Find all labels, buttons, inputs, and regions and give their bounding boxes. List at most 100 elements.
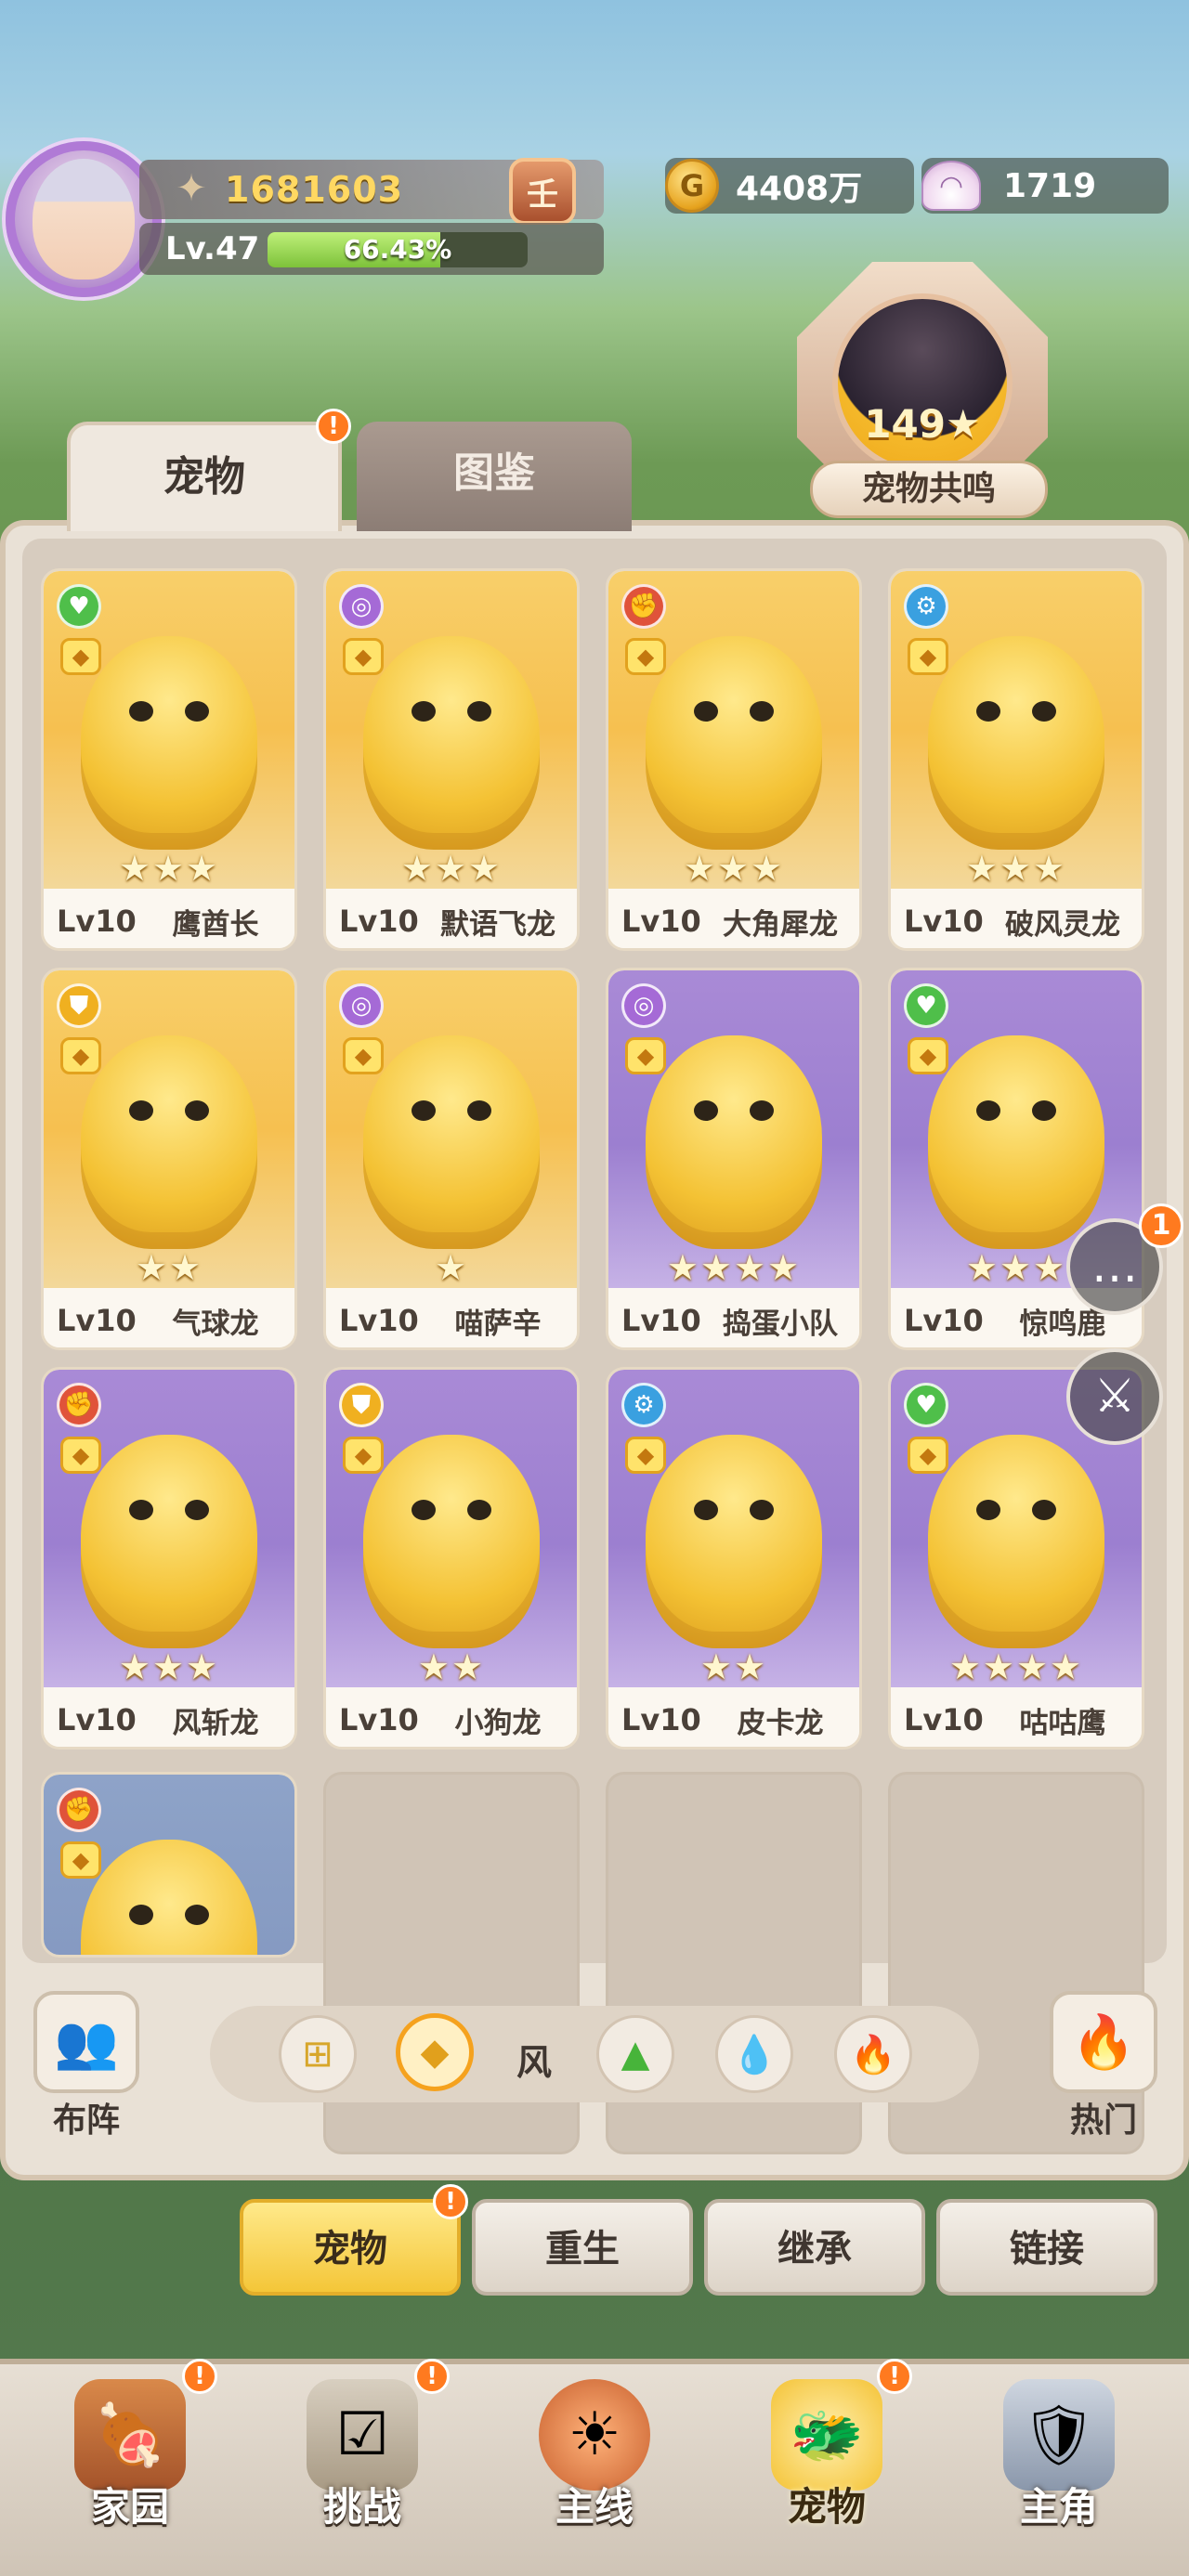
- gold-currency[interactable]: G 4408万: [665, 158, 914, 214]
- rank-badge[interactable]: 壬: [509, 158, 576, 225]
- pet-level: Lv10: [57, 1702, 137, 1737]
- pet-card-footer: Lv10 皮卡龙: [608, 1687, 859, 1747]
- fighting-element-icon: ✊: [57, 1788, 101, 1832]
- hero-card-icon: 🛡: [1003, 2379, 1115, 2491]
- wind-attribute-icon: ◆: [60, 1437, 101, 1474]
- subtab-inherit[interactable]: 继承: [704, 2199, 925, 2296]
- pet-card-footer: Lv10 咕咕鹰: [891, 1687, 1142, 1747]
- selected-element-label: 风: [516, 2042, 553, 2083]
- meat-icon: 🍖: [74, 2379, 186, 2491]
- pet-portrait: ✊ ◆: [44, 1775, 294, 1955]
- pet-eye: [129, 1500, 153, 1520]
- grid-icon: ⊞: [302, 2033, 333, 2075]
- psychic-element-icon: ◎: [621, 983, 666, 1028]
- pet-figure: [928, 636, 1104, 850]
- pet-level: Lv10: [621, 904, 701, 939]
- tab-codex[interactable]: 图鉴: [357, 422, 632, 531]
- nav-main-quest[interactable]: ☀ 主线: [502, 2366, 687, 2570]
- battle-button[interactable]: ⚔: [1066, 1348, 1163, 1445]
- pet-card[interactable]: ⛊ ◆ ★★ Lv10 气球龙: [41, 968, 297, 1350]
- pet-figure: [363, 1035, 540, 1249]
- pet-card[interactable]: ✊ ◆: [41, 1772, 297, 1958]
- nav-home-alert-badge: !: [182, 2359, 217, 2394]
- tab-pets[interactable]: 宠物: [67, 422, 342, 531]
- pet-eye: [1032, 1500, 1056, 1520]
- pet-card-footer: Lv10 默语飞龙: [326, 889, 577, 948]
- tab-codex-label: 图鉴: [453, 449, 535, 497]
- filter-water-button[interactable]: 💧: [715, 2015, 793, 2093]
- pet-eye: [694, 1500, 718, 1520]
- pet-eye: [185, 1500, 209, 1520]
- pet-resonance-button[interactable]: 宠物共鸣: [810, 461, 1048, 518]
- nav-home[interactable]: 🍖 家园: [37, 2366, 223, 2570]
- pet-eye: [467, 1500, 491, 1520]
- pet-level: Lv10: [339, 1303, 419, 1338]
- subtab-rebirth[interactable]: 重生: [472, 2199, 693, 2296]
- pet-eye: [185, 1905, 209, 1925]
- pet-card[interactable]: ✊ ◆ ★★★ Lv10 大角犀龙: [606, 568, 862, 951]
- pet-eye: [750, 1100, 774, 1121]
- shell-amount: 1719: [1003, 166, 1097, 205]
- checklist-icon: ☑: [307, 2379, 418, 2491]
- pet-eye: [412, 701, 436, 722]
- grass-element-icon: ♥: [57, 584, 101, 629]
- rank-badge-text: 壬: [527, 176, 558, 214]
- pet-card[interactable]: ⚙ ◆ ★★★ Lv10 破风灵龙: [888, 568, 1144, 951]
- hot-button[interactable]: 🔥: [1050, 1991, 1157, 2093]
- pet-card[interactable]: ◎ ◆ ★ Lv10 喵萨辛: [323, 968, 580, 1350]
- pet-card-footer: Lv10 风斩龙: [44, 1687, 294, 1747]
- mech-element-icon: ⚙: [621, 1383, 666, 1427]
- mountain-icon: ▲: [621, 2033, 650, 2075]
- pet-eye: [412, 1100, 436, 1121]
- filter-wind-button[interactable]: ◆: [396, 2013, 474, 2091]
- pet-figure: [646, 636, 822, 850]
- formation-label: 布阵: [52, 2101, 120, 2140]
- pet-star-rating: ★★★: [683, 848, 785, 889]
- pet-name: 气球龙: [172, 1307, 259, 1341]
- pet-card[interactable]: ✊ ◆ ★★★ Lv10 风斩龙: [41, 1367, 297, 1750]
- wind-attribute-icon: ◆: [908, 1037, 948, 1074]
- pet-name: 喵萨辛: [454, 1307, 542, 1341]
- pet-eye: [467, 1100, 491, 1121]
- pet-portrait: ◎ ◆ ★★★★: [608, 970, 859, 1288]
- subtab-link[interactable]: 链接: [936, 2199, 1157, 2296]
- filter-earth-button[interactable]: ▲: [596, 2015, 674, 2093]
- power-value: 1681603: [225, 169, 404, 210]
- pet-card[interactable]: ♥ ◆ ★★★ Lv10 鹰酋长: [41, 568, 297, 951]
- filter-all-button[interactable]: ⊞: [279, 2015, 357, 2093]
- pet-card-footer: Lv10 小狗龙: [326, 1687, 577, 1747]
- chat-bubble-icon: …: [1091, 1239, 1138, 1293]
- pet-eye: [1032, 701, 1056, 722]
- pet-name: 小狗龙: [454, 1706, 542, 1740]
- shell-icon: ◠: [921, 161, 981, 211]
- pet-level: Lv10: [57, 1303, 137, 1338]
- player-level: Lv.47: [165, 230, 260, 267]
- subtab-pets[interactable]: 宠物: [240, 2199, 461, 2296]
- dragon-pet-icon: 🐲: [771, 2379, 882, 2491]
- pet-portrait: ✊ ◆ ★★★: [608, 571, 859, 889]
- nav-home-label: 家园: [90, 2484, 169, 2530]
- resonance-count: 149★: [864, 401, 981, 447]
- nav-challenge-label: 挑战: [322, 2484, 401, 2530]
- nav-pets[interactable]: 🐲 宠物: [734, 2366, 920, 2570]
- pet-figure: [81, 1840, 257, 1955]
- filter-fire-button[interactable]: 🔥: [834, 2015, 912, 2093]
- pet-level: Lv10: [904, 1303, 984, 1338]
- pet-card[interactable]: ⛊ ◆ ★★ Lv10 小狗龙: [323, 1367, 580, 1750]
- pet-eye: [129, 1100, 153, 1121]
- pet-card-footer: Lv10 破风灵龙: [891, 889, 1142, 948]
- formation-button[interactable]: 👥: [33, 1991, 139, 2093]
- pet-card[interactable]: ◎ ◆ ★★★★ Lv10 捣蛋小队: [606, 968, 862, 1350]
- wind-attribute-icon: ◆: [60, 1841, 101, 1879]
- pet-card[interactable]: ◎ ◆ ★★★ Lv10 默语飞龙: [323, 568, 580, 951]
- mech-element-icon: ⚙: [904, 584, 948, 629]
- player-avatar[interactable]: [6, 141, 162, 297]
- grass-element-icon: ♥: [904, 1383, 948, 1427]
- nav-challenge[interactable]: ☑ 挑战: [269, 2366, 455, 2570]
- pet-card[interactable]: ⚙ ◆ ★★ Lv10 皮卡龙: [606, 1367, 862, 1750]
- pet-eye: [1032, 1100, 1056, 1121]
- nav-hero[interactable]: 🛡 主角: [966, 2366, 1152, 2570]
- shell-currency[interactable]: ◠ 1719: [921, 158, 1169, 214]
- pet-name: 皮卡龙: [737, 1706, 824, 1740]
- pet-figure: [928, 1435, 1104, 1648]
